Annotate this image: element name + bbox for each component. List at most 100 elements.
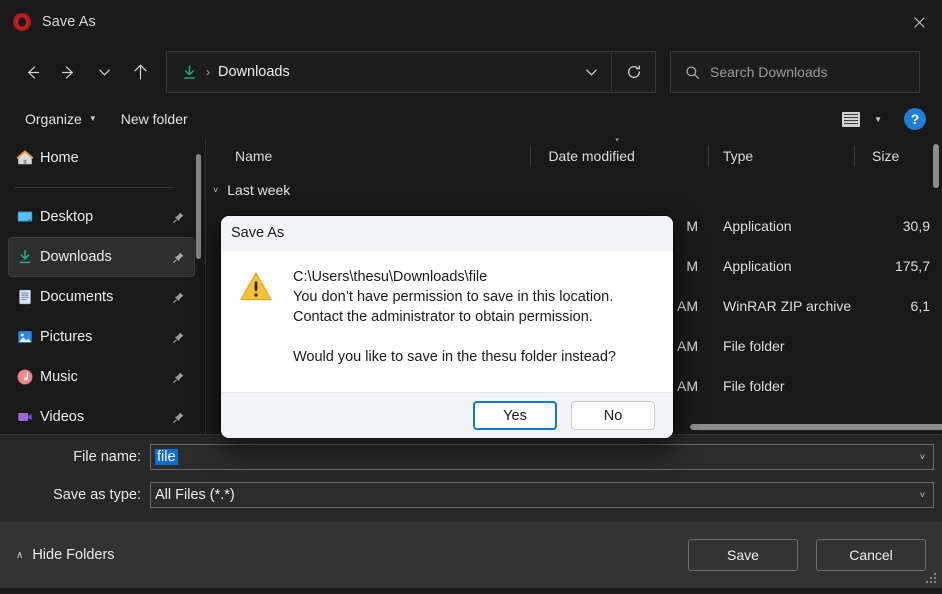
sidebar-item-music[interactable]: Music: [8, 357, 195, 397]
cell-type: Application: [723, 218, 792, 234]
address-bar[interactable]: › Downloads: [166, 51, 656, 93]
organize-button[interactable]: Organize ▼: [16, 106, 106, 132]
column-label: Size: [872, 148, 900, 164]
save-button[interactable]: Save: [688, 539, 798, 571]
sidebar-item-label: Downloads: [40, 249, 112, 265]
sort-chevron-down-icon: ˅: [614, 138, 620, 144]
column-separator: [707, 145, 709, 167]
dialog-path-line: C:\Users\thesu\Downloads\file: [293, 269, 488, 285]
permission-dialog: Save As C:\Users\thesu\Downloads\file Yo…: [221, 216, 673, 438]
cell-type: WinRAR ZIP archive: [723, 298, 852, 314]
file-name-value: file: [155, 449, 178, 465]
save-as-type-label: Save as type:: [53, 487, 141, 503]
search-box[interactable]: Search Downloads: [670, 51, 920, 93]
sidebar-item-label: Videos: [40, 409, 85, 425]
cell-size: 30,9: [902, 218, 930, 234]
cancel-button[interactable]: Cancel: [816, 539, 926, 571]
chevron-up-icon: ∧: [16, 549, 24, 561]
file-group-header[interactable]: ˅ Last week: [205, 174, 942, 206]
pin-icon[interactable]: [172, 251, 185, 264]
no-button[interactable]: No: [571, 401, 655, 430]
resize-grip-icon[interactable]: [926, 573, 937, 584]
close-icon[interactable]: [896, 0, 942, 44]
yes-button[interactable]: Yes: [473, 401, 557, 430]
save-as-type-select[interactable]: All Files (*.*) ˅: [150, 482, 934, 508]
sidebar-item-videos[interactable]: Videos: [8, 397, 195, 434]
column-header-name[interactable]: Name: [205, 138, 530, 174]
music-icon: [15, 367, 35, 387]
dialog-message-spacer: [293, 327, 616, 347]
column-label: Name: [235, 148, 273, 164]
organize-label: Organize: [25, 111, 82, 127]
opera-logo: [13, 13, 31, 31]
file-list-header: Name ˅ Date modified Type Size: [205, 138, 942, 174]
file-name-input[interactable]: file ˅: [150, 444, 934, 470]
forward-button[interactable]: [50, 54, 86, 90]
back-button[interactable]: [14, 54, 50, 90]
chevron-down-icon[interactable]: ˅: [920, 452, 925, 462]
sidebar-item-home[interactable]: Home: [8, 138, 195, 178]
cell-type: File folder: [723, 338, 785, 354]
dialog-message-line-2: Contact the administrator to obtain perm…: [293, 309, 593, 325]
sidebar-item-label: Home: [40, 150, 79, 166]
sidebar-item-downloads[interactable]: Downloads: [8, 237, 195, 277]
view-chevron-down-icon[interactable]: ▼: [874, 115, 882, 124]
sidebar-scrollbar[interactable]: [196, 154, 201, 259]
dialog-message: C:\Users\thesu\Downloads\file You don’t …: [277, 267, 630, 392]
recent-locations-button[interactable]: [86, 54, 122, 90]
sidebar-item-pictures[interactable]: Pictures: [8, 317, 195, 357]
documents-icon: [15, 287, 35, 307]
column-separator: [854, 145, 856, 167]
sidebar-item-desktop[interactable]: Desktop: [8, 197, 195, 237]
column-label: Type: [722, 148, 754, 164]
breadcrumb-current-folder[interactable]: Downloads: [218, 64, 290, 80]
hide-folders-label: Hide Folders: [32, 547, 115, 563]
warning-triangle-icon: [239, 271, 277, 392]
videos-icon: [15, 407, 35, 427]
hide-folders-button[interactable]: ∧ Hide Folders: [16, 547, 115, 563]
help-icon[interactable]: ?: [904, 108, 926, 130]
column-header-date-modified[interactable]: ˅ Date modified: [530, 138, 707, 174]
window-titlebar: Save As: [0, 0, 942, 44]
file-name-row: File name: file ˅: [0, 441, 942, 473]
file-group-label: Last week: [227, 182, 291, 198]
sidebar-item-documents[interactable]: Documents: [8, 277, 195, 317]
new-folder-label: New folder: [120, 111, 188, 127]
sidebar-item-label: Pictures: [40, 329, 93, 345]
refresh-icon[interactable]: [611, 52, 655, 92]
dialog-title: Save As: [231, 225, 285, 241]
footer-buttons: Save Cancel: [688, 539, 926, 571]
new-folder-button[interactable]: New folder: [112, 106, 197, 132]
sidebar-item-label: Documents: [40, 289, 114, 305]
chevron-down-icon[interactable]: ˅: [920, 490, 925, 500]
search-icon: [685, 65, 700, 80]
dialog-body: C:\Users\thesu\Downloads\file You don’t …: [221, 251, 673, 392]
chevron-down-icon: ˅: [213, 185, 219, 195]
dialog-footer: ∧ Hide Folders Save Cancel: [0, 522, 942, 588]
chevron-down-icon: ▼: [88, 114, 97, 123]
downloads-icon: [15, 247, 35, 267]
column-header-type[interactable]: Type: [707, 138, 854, 174]
pin-icon[interactable]: [172, 371, 185, 384]
list-view-icon[interactable]: [842, 111, 861, 127]
navigation-sidebar: Home Desktop Downloads Documents Picture…: [0, 138, 205, 434]
up-button[interactable]: [122, 54, 158, 90]
search-input[interactable]: Search Downloads: [710, 64, 828, 80]
address-dropdown-icon[interactable]: [571, 52, 611, 92]
pin-icon[interactable]: [172, 331, 185, 344]
sidebar-item-label: Music: [40, 369, 78, 385]
pane-divider: [205, 138, 206, 434]
pin-icon[interactable]: [172, 211, 185, 224]
cell-size: 175,7: [894, 258, 930, 274]
command-bar: Organize ▼ New folder ▼ ?: [0, 100, 942, 138]
column-header-size[interactable]: Size: [854, 138, 942, 174]
column-separator: [530, 145, 532, 167]
pin-icon[interactable]: [172, 291, 185, 304]
sidebar-item-label: Desktop: [40, 209, 94, 225]
dialog-titlebar: Save As: [221, 216, 673, 251]
file-list-vertical-scrollbar[interactable]: [933, 144, 939, 188]
save-as-type-row: Save as type: All Files (*.*) ˅: [0, 479, 942, 511]
file-list-horizontal-scrollbar-thumb[interactable]: [690, 424, 942, 430]
pin-icon[interactable]: [172, 411, 185, 424]
window-title: Save As: [42, 14, 96, 30]
